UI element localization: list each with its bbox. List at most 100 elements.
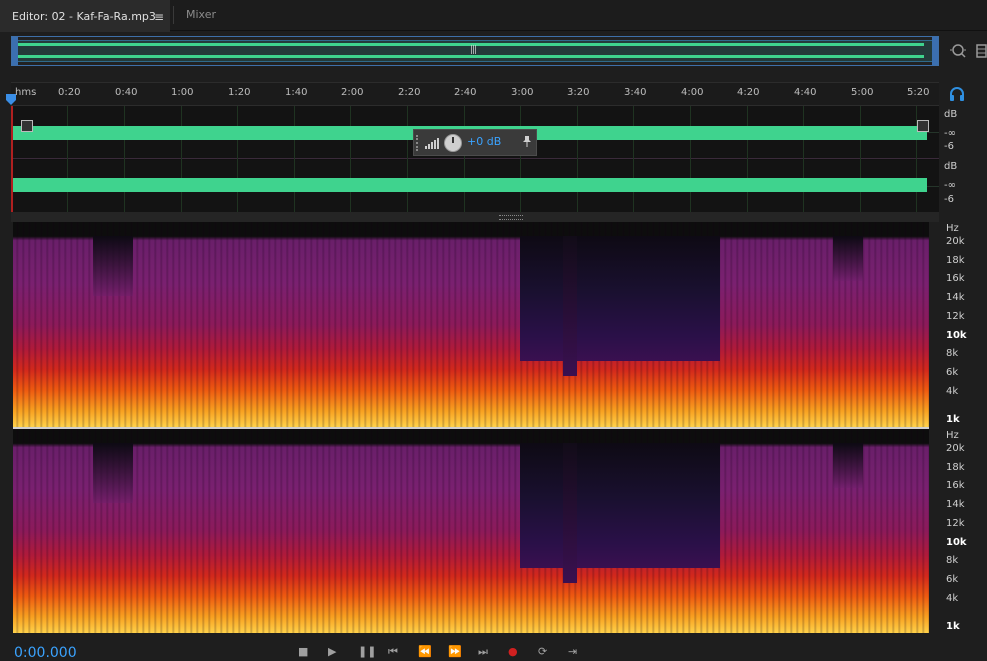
grid-line xyxy=(690,106,691,212)
frequency-scale-label: 6k xyxy=(946,367,959,378)
spectrogram-quiet-region xyxy=(563,236,577,376)
overview-left-handle[interactable] xyxy=(12,37,18,65)
ruler-tick-label: 1:40 xyxy=(285,87,308,98)
frequency-scale-label: 10k xyxy=(946,537,967,548)
amplitude-scale-label: -6 xyxy=(944,194,954,205)
fade-in-handle[interactable] xyxy=(21,120,33,132)
next-icon[interactable]: ⏭ xyxy=(478,645,488,659)
overview-drag-grip[interactable]: ||| xyxy=(470,45,477,55)
ruler-tick-label: 1:20 xyxy=(228,87,251,98)
view-splitter[interactable] xyxy=(11,212,939,222)
channel-separator xyxy=(11,158,939,159)
current-time-display[interactable]: 0:00.000 xyxy=(14,645,77,661)
amplitude-scale-unit: dB xyxy=(944,109,958,120)
grid-line xyxy=(407,106,408,212)
waveform-view[interactable] xyxy=(11,106,939,212)
volume-knob-icon[interactable] xyxy=(444,134,462,152)
fade-out-handle[interactable] xyxy=(917,120,929,132)
previous-icon[interactable]: ⏮ xyxy=(388,645,398,659)
spectrogram-ch2[interactable] xyxy=(13,429,929,633)
ruler-tick-label: 2:00 xyxy=(341,87,364,98)
pin-icon[interactable] xyxy=(522,135,532,150)
rewind-icon[interactable]: ⏪ xyxy=(418,645,432,658)
frequency-scale-label: 18k xyxy=(946,462,965,473)
ruler-tick-label: 5:00 xyxy=(851,87,874,98)
waveform-ch2 xyxy=(11,178,927,192)
frequency-scale-label: 8k xyxy=(946,555,959,566)
zoom-icon[interactable] xyxy=(949,42,967,60)
grid-line xyxy=(181,106,182,212)
headphones-icon[interactable] xyxy=(949,86,965,102)
spectrogram-texture xyxy=(13,429,929,633)
ruler-tick-label: 4:00 xyxy=(681,87,704,98)
frequency-scale-label: 16k xyxy=(946,273,965,284)
spectrogram-quiet-region xyxy=(833,236,863,281)
frequency-scale-unit: Hz xyxy=(946,223,959,234)
frequency-scale-label: 20k xyxy=(946,236,965,247)
amplitude-scale-label: -∞ xyxy=(944,128,956,139)
ruler-tick-label: 2:40 xyxy=(454,87,477,98)
spectrogram-quiet-region xyxy=(93,236,133,296)
tab-mixer[interactable]: Mixer xyxy=(174,0,228,30)
amplitude-scale-label: -6 xyxy=(944,141,954,152)
grid-line xyxy=(464,106,465,212)
tab-editor[interactable]: Editor: 02 - Kaf-Fa-Ra.mp3 ≡ xyxy=(0,0,170,32)
overview-navigator[interactable]: ||| xyxy=(11,36,939,66)
playhead-line xyxy=(11,106,13,212)
overview-waveform-ch2 xyxy=(16,55,924,58)
grid-line xyxy=(860,106,861,212)
grid-line xyxy=(237,106,238,212)
frequency-scale-label: 4k xyxy=(946,593,959,604)
volume-value[interactable]: +0 dB xyxy=(467,135,501,148)
ruler-tick-label: 2:20 xyxy=(398,87,421,98)
spectrogram-quiet-region xyxy=(833,443,863,488)
spectrogram-ch1[interactable] xyxy=(13,222,929,427)
frequency-scale-label: 4k xyxy=(946,386,959,397)
frequency-scale-label: 10k xyxy=(946,330,967,341)
panel-menu-icon[interactable]: ≡ xyxy=(154,2,164,32)
amplitude-scale-unit: dB xyxy=(944,161,958,172)
grid-line xyxy=(633,106,634,212)
ruler-tick-label: 0:40 xyxy=(115,87,138,98)
frequency-scale-label: 1k xyxy=(946,414,960,425)
frequency-scale-unit: Hz xyxy=(946,430,959,441)
overview-right-handle[interactable] xyxy=(932,37,938,65)
frequency-scale-label: 12k xyxy=(946,311,965,322)
grid-line xyxy=(67,106,68,212)
spectrogram-quiet-region xyxy=(520,236,720,361)
stop-icon[interactable]: ■ xyxy=(298,645,308,658)
frequency-scale-label: 16k xyxy=(946,480,965,491)
play-icon[interactable]: ▶ xyxy=(328,645,336,658)
frequency-scale-label: 20k xyxy=(946,443,965,454)
ruler-tick-label: 3:20 xyxy=(567,87,590,98)
frequency-scale-label: 18k xyxy=(946,255,965,266)
frequency-scale-label: 14k xyxy=(946,292,965,303)
panel-options-icon[interactable] xyxy=(975,42,987,60)
splitter-grip[interactable] xyxy=(499,215,523,220)
spectrogram-quiet-region xyxy=(93,443,133,503)
hud-drag-grip[interactable] xyxy=(416,135,422,151)
ruler-tick-label: 0:20 xyxy=(58,87,81,98)
level-meter-icon xyxy=(424,136,440,150)
time-ruler[interactable]: hms 0:20 0:40 1:00 1:20 1:40 2:00 2:20 2… xyxy=(11,82,939,106)
ruler-tick-label: 1:00 xyxy=(171,87,194,98)
loop-icon[interactable]: ⟳ xyxy=(538,645,547,658)
fast-forward-icon[interactable]: ⏩ xyxy=(448,645,462,658)
spectrogram-quiet-region xyxy=(520,443,720,568)
ruler-tick-label: 4:40 xyxy=(794,87,817,98)
playhead-marker[interactable] xyxy=(5,94,17,106)
skip-icon[interactable]: ⇥ xyxy=(568,645,577,658)
frequency-scale-label: 6k xyxy=(946,574,959,585)
frequency-scale-label: 14k xyxy=(946,499,965,510)
frequency-scale-label: 1k xyxy=(946,621,960,632)
frequency-scale-label: 8k xyxy=(946,348,959,359)
record-icon[interactable]: ● xyxy=(508,645,518,658)
frequency-scale-label: 12k xyxy=(946,518,965,529)
grid-line xyxy=(803,106,804,212)
time-unit-label: hms xyxy=(15,87,37,98)
spectrogram-quiet-region xyxy=(563,443,577,583)
volume-hud[interactable]: +0 dB xyxy=(413,129,537,156)
amplitude-scale-label: -∞ xyxy=(944,180,956,191)
pause-icon[interactable]: ❚❚ xyxy=(358,645,376,658)
spectrogram-texture xyxy=(13,222,929,427)
